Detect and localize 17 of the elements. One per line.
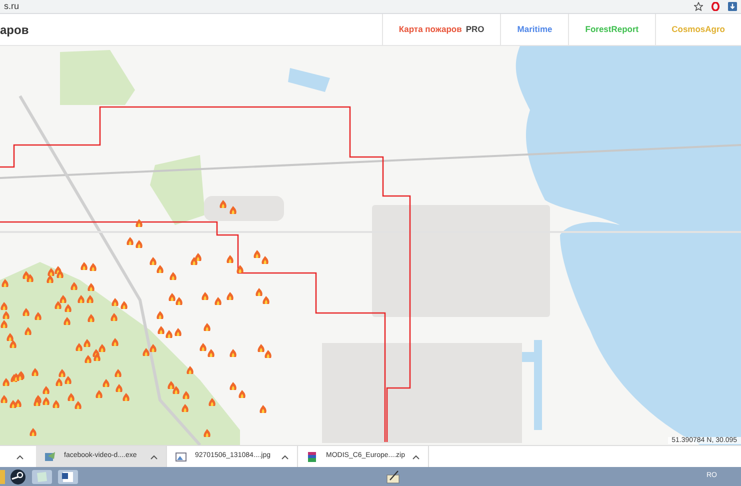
archive-icon (306, 450, 318, 462)
star-icon[interactable] (694, 2, 703, 11)
chevron-up-icon[interactable] (412, 452, 420, 460)
pen-tablet-icon[interactable] (386, 470, 400, 484)
nav-link[interactable]: Maritime (500, 14, 568, 45)
extension-icon[interactable] (711, 2, 720, 11)
word-processor-icon[interactable] (57, 468, 79, 484)
chevron-up-icon[interactable] (150, 452, 158, 460)
url-text[interactable]: s.ru (4, 2, 694, 11)
nav-link[interactable]: Карта пожаров PRO (382, 14, 500, 45)
installer-icon (44, 450, 56, 462)
chevron-up-icon[interactable] (16, 452, 24, 460)
steam-icon[interactable] (9, 468, 27, 484)
site-title: аров (0, 24, 30, 36)
chevron-up-icon[interactable] (281, 452, 289, 460)
image-file-icon (175, 450, 187, 462)
download-icon[interactable] (728, 2, 737, 11)
